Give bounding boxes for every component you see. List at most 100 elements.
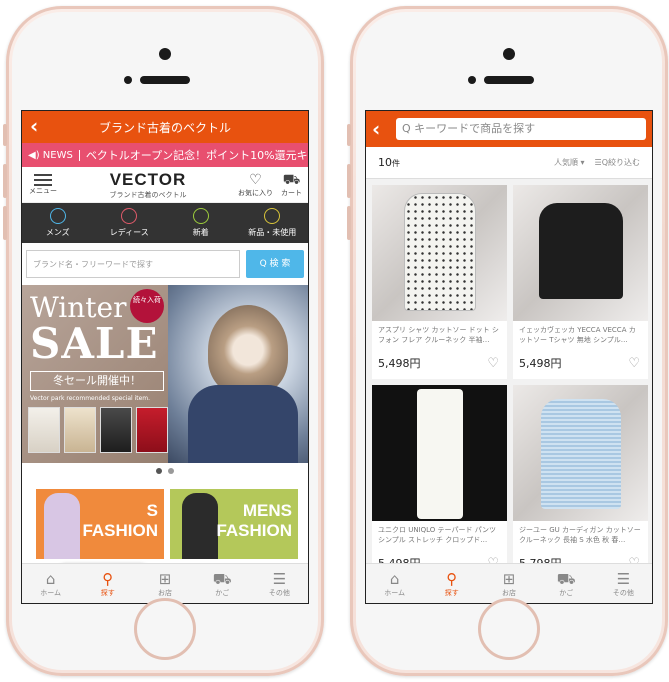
promo-label: MENS FASHION xyxy=(216,501,292,540)
side-button xyxy=(347,206,351,240)
tab-home[interactable]: ⌂ ホーム xyxy=(22,564,79,603)
cart-icon: ⛟ xyxy=(282,171,301,188)
banner-item xyxy=(64,407,96,453)
screen-right: ‹ Q キーワードで商品を探す 10件 人気順 ▾ ☰Q絞り込む アスプリ シャ… xyxy=(365,110,653,604)
tab-label: 探す xyxy=(444,588,459,597)
results-bar: 10件 人気順 ▾ ☰Q絞り込む xyxy=(366,147,652,179)
category-mens[interactable]: メンズ xyxy=(22,203,94,243)
category-label: メンズ xyxy=(45,228,70,237)
person-icon xyxy=(49,208,66,224)
product-image xyxy=(513,385,648,521)
side-button xyxy=(3,206,7,240)
category-label: レディース xyxy=(109,228,149,237)
search-input[interactable]: ブランド名・フリーワードで探す xyxy=(26,250,240,278)
product-description: ジーユー GU カーディガン カットソー クルーネック 長袖 S 水色 秋 春… xyxy=(519,526,641,544)
banner-sale-en: Vector park recommended special item. xyxy=(30,395,151,402)
product-grid: アスプリ シャツ カットソー ドット シフォン フレア クルーネック 半袖… 5… xyxy=(366,179,652,579)
category-new[interactable]: 新着 xyxy=(165,203,237,243)
shirt-icon xyxy=(264,208,281,224)
tab-bar: ⌂ ホーム ⚲ 探す ⊞ お店 ⛟ かご ☰ その他 xyxy=(22,563,308,603)
sort-dropdown[interactable]: 人気順 ▾ xyxy=(554,157,585,168)
front-camera xyxy=(159,48,171,60)
heart-icon[interactable]: ♡ xyxy=(628,356,640,371)
earpiece-speaker xyxy=(140,76,190,84)
side-button xyxy=(347,164,351,198)
tab-label: かご xyxy=(559,588,574,597)
phone-left: ‹ ブランド古着のベクトル ◀) NEWS ベクトルオープン記念！ポイント10%… xyxy=(3,6,324,676)
search-button[interactable]: Q 検 索 xyxy=(246,250,304,278)
product-image xyxy=(372,185,507,321)
category-unused[interactable]: 新品・未使用 xyxy=(237,203,309,243)
shop-icon: ⊞ xyxy=(158,569,172,588)
favorites-label: お気に入り xyxy=(238,188,273,197)
home-button[interactable] xyxy=(134,598,196,660)
banner-items xyxy=(28,407,168,453)
page-title: ブランド古着のベクトル xyxy=(98,120,231,135)
garment-blouse xyxy=(403,193,476,311)
tab-home[interactable]: ⌂ ホーム xyxy=(366,564,423,603)
front-camera xyxy=(503,48,515,60)
promo-model xyxy=(44,493,80,559)
promo-row: S FASHION MENS FASHION xyxy=(22,479,308,559)
category-label: 新着 xyxy=(192,228,209,237)
cart-label: カート xyxy=(281,188,302,197)
news-text[interactable]: ベクトルオープン記念！ポイント10%還元キャン xyxy=(80,147,308,163)
news-ticker[interactable]: ◀) NEWS ベクトルオープン記念！ポイント10%還元キャン xyxy=(22,143,308,167)
category-label: 新品・未使用 xyxy=(248,228,297,237)
product-card[interactable]: アスプリ シャツ カットソー ドット シフォン フレア クルーネック 半袖… 5… xyxy=(372,185,507,379)
tab-label: お店 xyxy=(158,588,172,597)
favorites-button[interactable]: ♡ お気に入り xyxy=(238,172,273,198)
stage: ‹ ブランド古着のベクトル ◀) NEWS ベクトルオープン記念！ポイント10%… xyxy=(0,0,669,682)
tab-other[interactable]: ☰ その他 xyxy=(595,564,652,603)
back-arrow-icon[interactable]: ‹ xyxy=(372,117,386,141)
menu-button[interactable]: メニュー xyxy=(28,173,58,196)
search-header: ‹ Q キーワードで商品を探す xyxy=(366,111,652,147)
carousel-dot[interactable] xyxy=(168,468,174,474)
home-icon: ⌂ xyxy=(389,569,400,588)
tab-label: その他 xyxy=(268,588,290,597)
sensor-dot xyxy=(124,76,132,84)
tab-bar: ⌂ ホーム ⚲ 探す ⊞ お店 ⛟ かご ☰ その他 xyxy=(366,563,652,603)
filter-button[interactable]: ☰Q絞り込む xyxy=(595,157,640,168)
tab-other[interactable]: ☰ その他 xyxy=(251,564,308,603)
back-arrow-icon[interactable]: ‹ xyxy=(30,114,38,138)
tab-search[interactable]: ⚲ 探す xyxy=(423,564,480,603)
tab-label: かご xyxy=(215,588,230,597)
banner-item xyxy=(136,407,168,453)
tab-label: 探す xyxy=(100,588,115,597)
tab-cart[interactable]: ⛟ かご xyxy=(538,564,595,603)
side-button xyxy=(3,124,7,146)
product-price: 5,498円 xyxy=(519,357,562,370)
search-icon: ⚲ xyxy=(102,569,114,588)
result-count-value: 10 xyxy=(378,156,392,169)
cart-button[interactable]: ⛟ カート xyxy=(281,172,302,198)
promo-text: S FASHION xyxy=(82,501,158,541)
app-header: ‹ ブランド古着のベクトル xyxy=(22,111,308,143)
product-card[interactable]: ユニクロ UNIQLO テーパード パンツ シンプル ストレッチ クロップド… … xyxy=(372,385,507,579)
banner-model-coat xyxy=(188,385,298,463)
banner-badge: 続々入荷 xyxy=(130,289,164,323)
banner-sale-jp: 冬セール開催中！ xyxy=(30,371,164,391)
new-badge-icon xyxy=(192,208,209,224)
category-ladies[interactable]: レディース xyxy=(94,203,166,243)
keyword-search-input[interactable]: Q キーワードで商品を探す xyxy=(396,118,646,140)
shop-icon: ⊞ xyxy=(502,569,516,588)
heart-icon: ♡ xyxy=(249,171,262,188)
tab-search[interactable]: ⚲ 探す xyxy=(79,564,136,603)
search-row: ブランド名・フリーワードで探す Q 検 索 xyxy=(22,243,308,285)
tab-cart[interactable]: ⛟ かご xyxy=(194,564,251,603)
tab-label: ホーム xyxy=(40,588,61,597)
product-card[interactable]: ジーユー GU カーディガン カットソー クルーネック 長袖 S 水色 秋 春…… xyxy=(513,385,648,579)
tab-label: お店 xyxy=(502,588,516,597)
promo-mens-fashion[interactable]: MENS FASHION xyxy=(170,489,298,559)
sale-banner[interactable]: Winter SALE 続々入荷 冬セール開催中！ Vector park re… xyxy=(22,285,308,463)
tab-label: その他 xyxy=(612,588,634,597)
product-image xyxy=(513,185,648,321)
promo-ladies-fashion[interactable]: S FASHION xyxy=(36,489,164,559)
promo-model xyxy=(182,493,218,559)
product-card[interactable]: イェッカヴェッカ YECCA VECCA カットソー Tシャツ 無地 シンプル…… xyxy=(513,185,648,379)
carousel-dot[interactable] xyxy=(156,468,162,474)
heart-icon[interactable]: ♡ xyxy=(487,356,499,371)
home-button[interactable] xyxy=(478,598,540,660)
logo[interactable]: VECTOR ブランド古着のベクトル xyxy=(58,170,238,200)
